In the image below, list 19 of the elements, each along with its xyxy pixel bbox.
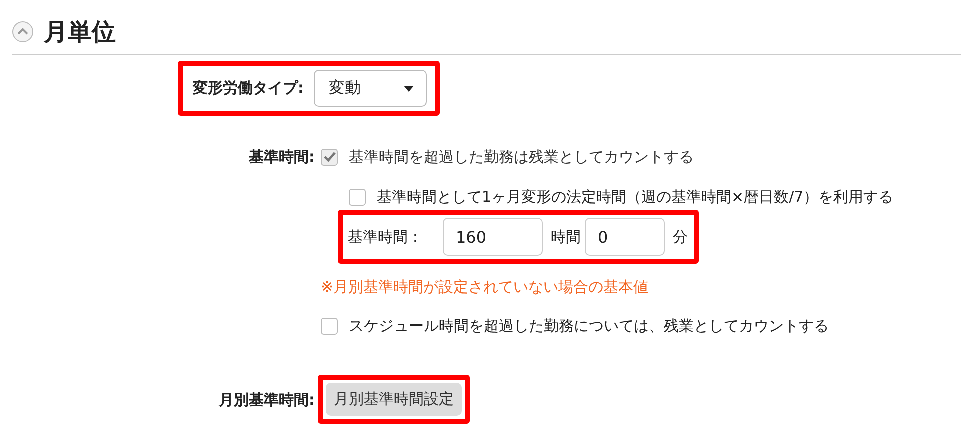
type-dropdown[interactable]: 変動	[314, 70, 427, 107]
minutes-input[interactable]: 0	[585, 218, 665, 256]
unit-label: 分	[673, 228, 688, 246]
checkbox[interactable]	[321, 318, 338, 334]
monthly-settings-button[interactable]: 月別基準時間設定	[326, 383, 462, 416]
field-label: 月別基準時間:	[218, 390, 315, 410]
field-label: 変形労働タイプ:	[193, 79, 304, 98]
note-text: ※月別基準時間が設定されていない場合の基本値	[321, 278, 649, 297]
caret-icon	[404, 86, 414, 92]
section-title: 月単位	[44, 17, 116, 48]
unit-label: 時間	[551, 228, 581, 246]
option-label: 基準時間を超過した勤務は残業としてカウントする	[349, 147, 694, 168]
collapse-icon[interactable]	[12, 21, 34, 43]
checkbox[interactable]	[349, 188, 366, 206]
hours-input[interactable]: 160	[443, 218, 543, 256]
option-label: スケジュール時間を超過した勤務については、残業としてカウントする	[349, 316, 829, 337]
option-label: 基準時間として1ヶ月変形の法定時間（週の基準時間×暦日数/7）を利用する	[377, 187, 894, 208]
field-label: 基準時間：	[348, 228, 423, 246]
field-label: 基準時間:	[248, 147, 315, 168]
